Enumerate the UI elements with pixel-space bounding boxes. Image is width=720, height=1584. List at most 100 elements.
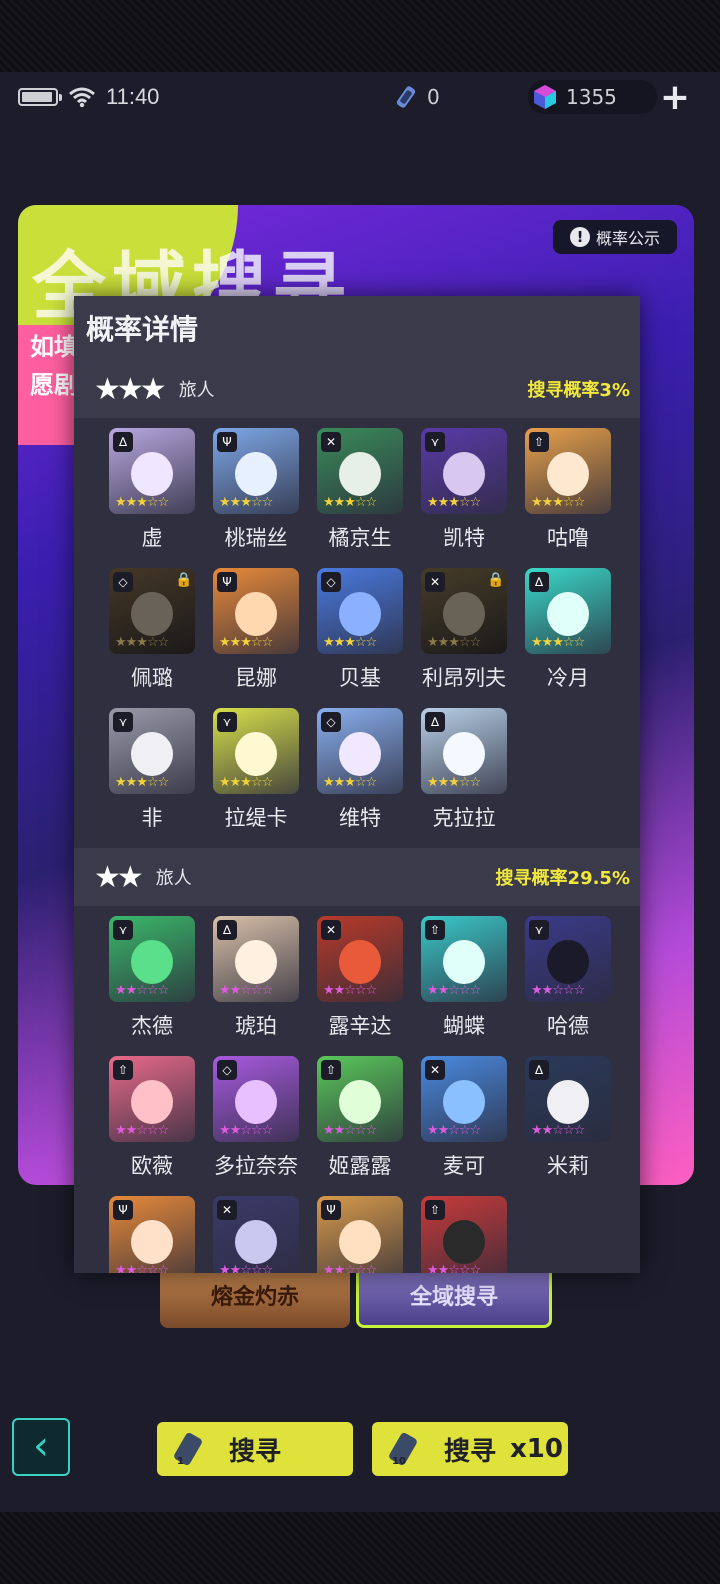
character-face xyxy=(235,452,277,496)
search-ten-button[interactable]: 10 搜寻 x10 xyxy=(372,1422,568,1476)
portrait-star-rating: ★★☆☆☆ xyxy=(531,1123,585,1138)
add-currency-button[interactable]: + xyxy=(656,80,694,118)
class-badge-icon: ∆ xyxy=(529,1060,549,1080)
portrait-star-rating: ★★★☆☆ xyxy=(219,495,273,510)
star-rating: ★★ xyxy=(94,859,144,895)
info-icon: ! xyxy=(569,227,590,247)
character-portrait: ✕ ★★★☆☆ xyxy=(317,428,403,514)
character-card[interactable]: Ψ ★★☆☆☆ xyxy=(308,1196,412,1273)
character-name: 露辛达 xyxy=(328,1014,392,1038)
bottom-band xyxy=(0,1512,720,1584)
character-name: 非 xyxy=(141,806,163,830)
tier-rate: 搜寻概率29.5% xyxy=(495,868,630,889)
character-card[interactable]: ⋎ ★★★☆☆ 非 xyxy=(100,708,204,848)
character-portrait: Ψ ★★☆☆☆ xyxy=(317,1196,403,1273)
wifi-icon xyxy=(69,87,95,108)
character-card[interactable]: ⋎ ★★☆☆☆ 杰德 xyxy=(100,916,204,1056)
character-name: 冷月 xyxy=(547,666,589,690)
search-once-label: 搜寻 xyxy=(229,1436,282,1467)
probability-announcement-label: 概率公示 xyxy=(595,229,660,248)
portrait-star-rating: ★★★☆☆ xyxy=(323,495,377,510)
character-portrait: ◇ 🔒 ★★★☆☆ xyxy=(109,568,195,654)
character-face xyxy=(339,452,381,496)
class-badge-icon: ✕ xyxy=(425,572,445,592)
class-badge-icon: ◇ xyxy=(321,572,341,592)
character-card[interactable]: Ψ ★★★☆☆ 昆娜 xyxy=(204,568,308,708)
character-face xyxy=(339,732,381,776)
character-portrait: ✕ ★★☆☆☆ xyxy=(213,1196,299,1273)
character-card[interactable]: Ψ ★★★☆☆ 桃瑞丝 xyxy=(204,428,308,568)
portrait-star-rating: ★★★☆☆ xyxy=(323,635,377,650)
character-name: 橘京生 xyxy=(328,526,392,550)
character-card[interactable]: ◇ 🔒 ★★★☆☆ 佩璐 xyxy=(100,568,204,708)
portrait-star-rating: ★★★☆☆ xyxy=(115,775,169,790)
portrait-star-rating: ★★★☆☆ xyxy=(427,495,481,510)
ticket-count: 0 xyxy=(427,85,440,109)
character-face xyxy=(443,1080,485,1124)
character-card[interactable]: ⇧ ★★☆☆☆ 蝴蝶 xyxy=(412,916,516,1056)
character-portrait: ∆ ★★☆☆☆ xyxy=(213,916,299,1002)
ticket-icon: 10 xyxy=(386,1430,424,1468)
character-portrait: ∆ ★★☆☆☆ xyxy=(525,1056,611,1142)
class-badge-icon: Ψ xyxy=(217,432,237,452)
character-card[interactable]: ◇ ★★☆☆☆ 多拉奈奈 xyxy=(204,1056,308,1196)
character-face xyxy=(235,1080,277,1124)
character-card[interactable]: ⋎ ★★★☆☆ 拉缇卡 xyxy=(204,708,308,848)
portrait-star-rating: ★★☆☆☆ xyxy=(323,1123,377,1138)
character-card[interactable]: ✕ ★★☆☆☆ 露辛达 xyxy=(308,916,412,1056)
character-face xyxy=(547,592,589,636)
character-face xyxy=(339,1220,381,1264)
character-card[interactable]: ∆ ★★★☆☆ 虚 xyxy=(100,428,204,568)
character-card[interactable]: ◇ ★★★☆☆ 贝基 xyxy=(308,568,412,708)
character-name: 琥珀 xyxy=(235,1014,277,1038)
portrait-star-rating: ★★☆☆☆ xyxy=(427,983,481,998)
class-badge-icon: Ψ xyxy=(217,572,237,592)
character-card[interactable]: ⇧ ★★☆☆☆ 欧薇 xyxy=(100,1056,204,1196)
character-face xyxy=(339,1080,381,1124)
character-card[interactable]: ∆ ★★☆☆☆ 米莉 xyxy=(516,1056,620,1196)
character-name: 虚 xyxy=(141,526,163,550)
portrait-star-rating: ★★☆☆☆ xyxy=(531,983,585,998)
class-badge-icon: ⇧ xyxy=(321,1060,341,1080)
tier-label: 旅人 xyxy=(155,868,192,889)
character-card[interactable]: ✕ ★★★☆☆ 橘京生 xyxy=(308,428,412,568)
character-name: 维特 xyxy=(339,806,381,830)
back-button[interactable]: ‹ xyxy=(12,1418,70,1476)
character-portrait: ⇧ ★★☆☆☆ xyxy=(421,916,507,1002)
character-name: 哈德 xyxy=(547,1014,589,1038)
character-name: 咕噜 xyxy=(547,526,589,550)
search-ten-count: x10 xyxy=(510,1434,563,1464)
character-portrait: Ψ ★★★☆☆ xyxy=(213,568,299,654)
character-portrait: ✕ ★★☆☆☆ xyxy=(317,916,403,1002)
character-portrait: ∆ ★★★☆☆ xyxy=(109,428,195,514)
character-name: 拉缇卡 xyxy=(224,806,288,830)
character-face xyxy=(547,1080,589,1124)
character-portrait: ⋎ ★★★☆☆ xyxy=(109,708,195,794)
character-card[interactable]: ∆ ★★★☆☆ 冷月 xyxy=(516,568,620,708)
character-card[interactable]: ✕ ★★☆☆☆ xyxy=(204,1196,308,1273)
character-card[interactable]: ✕ 🔒 ★★★☆☆ 利昂列夫 xyxy=(412,568,516,708)
portrait-star-rating: ★★★☆☆ xyxy=(115,635,169,650)
character-card[interactable]: ∆ ★★☆☆☆ 琥珀 xyxy=(204,916,308,1056)
class-badge-icon: ⇧ xyxy=(529,432,549,452)
character-card[interactable]: ◇ ★★★☆☆ 维特 xyxy=(308,708,412,848)
character-card[interactable]: ∆ ★★★☆☆ 克拉拉 xyxy=(412,708,516,848)
character-card[interactable]: ⋎ ★★☆☆☆ 哈德 xyxy=(516,916,620,1056)
portrait-star-rating: ★★☆☆☆ xyxy=(323,1263,377,1273)
character-card[interactable]: ✕ ★★☆☆☆ 麦可 xyxy=(412,1056,516,1196)
character-card[interactable]: ⇧ ★★☆☆☆ 姬露露 xyxy=(308,1056,412,1196)
portrait-star-rating: ★★★☆☆ xyxy=(323,775,377,790)
probability-announcement-button[interactable]: ! 概率公示 xyxy=(553,220,677,254)
character-card[interactable]: ⇧ ★★☆☆☆ xyxy=(412,1196,516,1273)
portrait-star-rating: ★★☆☆☆ xyxy=(115,1263,169,1273)
character-portrait: ◇ ★★☆☆☆ xyxy=(213,1056,299,1142)
class-badge-icon: ⇧ xyxy=(425,1200,445,1220)
character-card[interactable]: Ψ ★★☆☆☆ xyxy=(100,1196,204,1273)
character-face xyxy=(235,1220,277,1264)
character-card[interactable]: ⇧ ★★★☆☆ 咕噜 xyxy=(516,428,620,568)
character-name: 克拉拉 xyxy=(432,806,496,830)
ticket-icon: 1 xyxy=(171,1430,209,1468)
search-once-button[interactable]: 1 搜寻 xyxy=(157,1422,353,1476)
character-card[interactable]: ⋎ ★★★☆☆ 凯特 xyxy=(412,428,516,568)
character-portrait: ◇ ★★★☆☆ xyxy=(317,568,403,654)
